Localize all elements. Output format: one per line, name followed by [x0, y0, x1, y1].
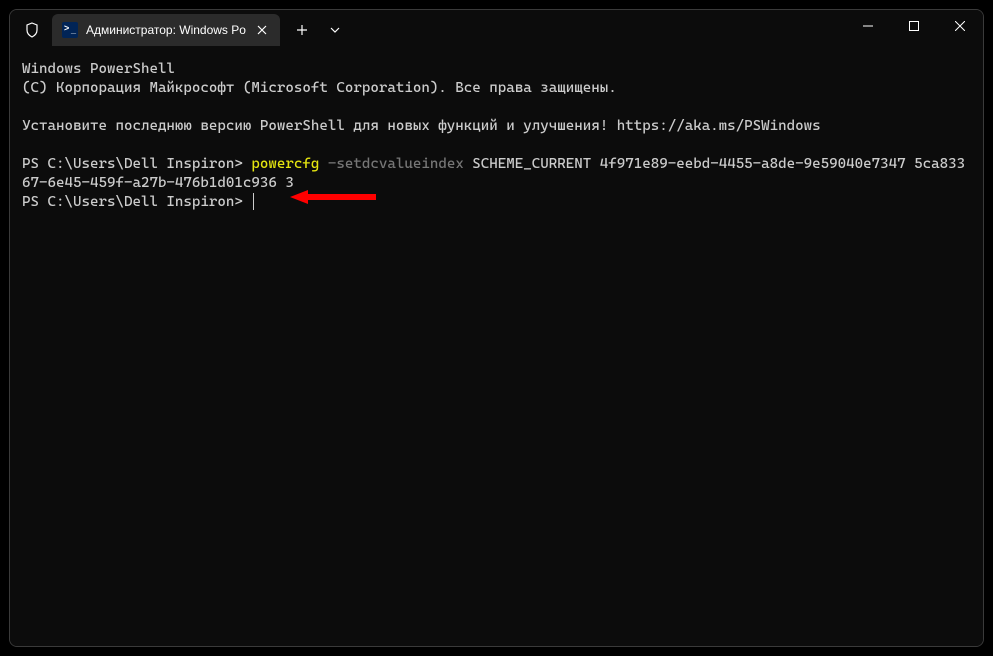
tab-powershell[interactable]: Администратор: Windows Po	[52, 14, 280, 46]
powershell-icon	[62, 22, 78, 38]
maximize-button[interactable]	[891, 10, 937, 42]
admin-shield-icon	[24, 22, 40, 38]
terminal-blank-line	[22, 98, 971, 117]
terminal-blank-line	[22, 136, 971, 155]
close-window-button[interactable]	[937, 10, 983, 42]
terminal-window: Администратор: Windows Po	[9, 9, 984, 647]
window-controls	[845, 10, 983, 50]
terminal-prompt-line: PS C:\Users\Dell Inspiron>	[22, 193, 971, 212]
close-tab-button[interactable]	[254, 22, 270, 38]
tab-title: Администратор: Windows Po	[86, 23, 246, 37]
command-flag: -setdcvalueindex	[319, 156, 463, 172]
terminal-line: Установите последнюю версию PowerShell д…	[22, 117, 971, 136]
prompt-text: PS C:\Users\Dell Inspiron>	[22, 194, 251, 210]
terminal-content[interactable]: Windows PowerShell (C) Корпорация Майкро…	[10, 50, 983, 646]
command-name: powercfg	[251, 156, 319, 172]
terminal-command-line: PS C:\Users\Dell Inspiron> powercfg -set…	[22, 155, 971, 193]
terminal-line: (C) Корпорация Майкрософт (Microsoft Cor…	[22, 79, 971, 98]
cursor-icon	[253, 193, 254, 210]
terminal-line: Windows PowerShell	[22, 60, 971, 79]
minimize-button[interactable]	[845, 10, 891, 42]
tab-dropdown-button[interactable]	[320, 14, 350, 46]
titlebar: Администратор: Windows Po	[10, 10, 983, 50]
new-tab-button[interactable]	[284, 14, 320, 46]
prompt-text: PS C:\Users\Dell Inspiron>	[22, 156, 251, 172]
